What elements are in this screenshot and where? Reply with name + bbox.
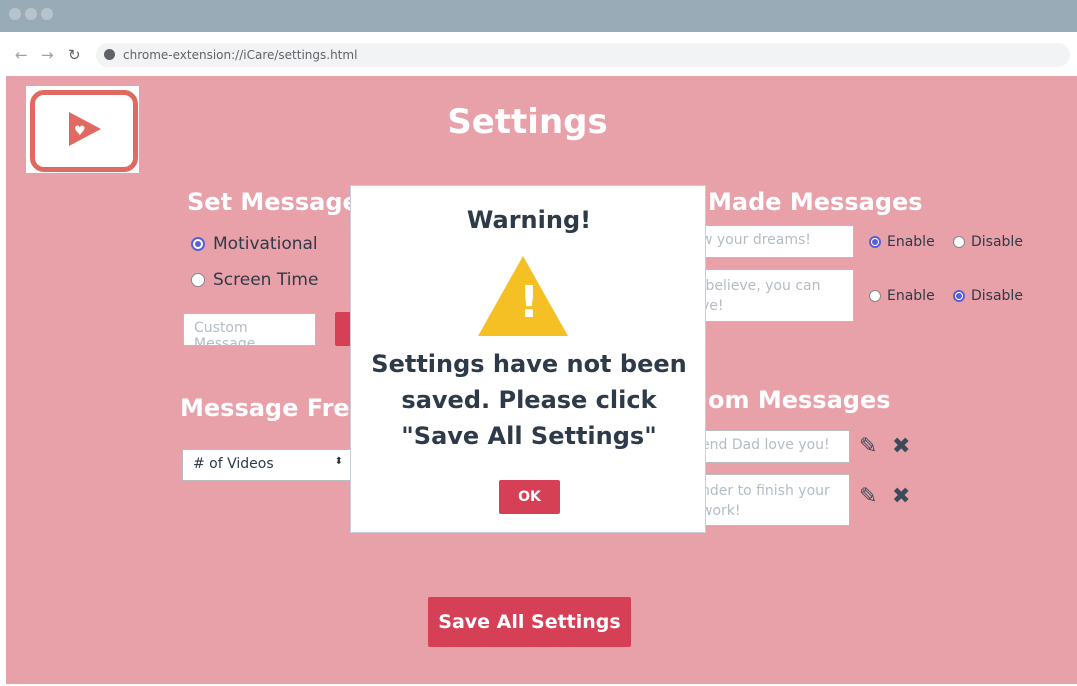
premade-1-disable[interactable]: Disable: [953, 234, 1023, 250]
radio-circle[interactable]: [869, 236, 881, 248]
premade-1-enable[interactable]: Enable: [869, 234, 935, 250]
custom-messages-heading: om Messages: [708, 386, 891, 414]
warning-modal: Warning! ! Settings have not been saved.…: [350, 185, 706, 533]
window-minimize-dot[interactable]: [25, 8, 37, 20]
save-all-settings-button[interactable]: Save All Settings: [428, 597, 631, 647]
radio-label: Disable: [971, 234, 1023, 250]
window-close-dot[interactable]: [9, 8, 21, 20]
radio-circle[interactable]: [191, 273, 205, 287]
ok-button[interactable]: OK: [499, 480, 560, 514]
radio-motivational[interactable]: Motivational: [191, 234, 318, 254]
radio-screen-time[interactable]: Screen Time: [191, 270, 318, 290]
premade-message-2[interactable]: believe, you can ve!: [698, 269, 854, 322]
radio-circle[interactable]: [191, 237, 205, 251]
premade-messages-heading: Made Messages: [708, 188, 923, 216]
modal-title: Warning!: [466, 206, 592, 234]
premade-message-1[interactable]: w your dreams!: [698, 225, 854, 258]
warning-exclamation-icon: !: [518, 277, 540, 328]
set-messages-heading: Set Messages: [187, 188, 374, 216]
window-maximize-dot[interactable]: [41, 8, 53, 20]
radio-label: Enable: [887, 234, 935, 250]
reload-icon[interactable]: ↻: [68, 46, 81, 64]
delete-x-icon[interactable]: ✖: [892, 486, 910, 508]
chevron-updown-icon: ⬍: [334, 456, 343, 467]
frequency-select[interactable]: # of Videos ⬍: [182, 449, 352, 481]
radio-label: Disable: [971, 288, 1023, 304]
site-info-icon[interactable]: [104, 49, 115, 60]
custom-message-2[interactable]: nder to finish your work!: [698, 474, 850, 526]
delete-x-icon[interactable]: ✖: [892, 436, 910, 458]
custom-message-1[interactable]: end Dad love you!: [698, 430, 850, 463]
select-value: # of Videos: [193, 456, 274, 472]
radio-label: Enable: [887, 288, 935, 304]
back-icon[interactable]: ←: [15, 46, 28, 64]
premade-2-disable[interactable]: Disable: [953, 288, 1023, 304]
forward-icon[interactable]: →: [41, 46, 54, 64]
modal-message: Settings have not been saved. Please cli…: [371, 350, 687, 450]
edit-pencil-icon[interactable]: ✎: [859, 436, 877, 458]
radio-circle[interactable]: [953, 290, 965, 302]
radio-circle[interactable]: [953, 236, 965, 248]
premade-2-enable[interactable]: Enable: [869, 288, 935, 304]
url-text: chrome-extension://iCare/settings.html: [123, 48, 358, 62]
page-title: Settings: [447, 102, 608, 142]
radio-label: Motivational: [213, 234, 318, 254]
radio-circle[interactable]: [869, 290, 881, 302]
radio-label: Screen Time: [213, 270, 319, 290]
custom-message-input[interactable]: Custom Message: [183, 313, 316, 346]
window-titlebar: [0, 0, 1077, 32]
edit-pencil-icon[interactable]: ✎: [859, 486, 877, 508]
